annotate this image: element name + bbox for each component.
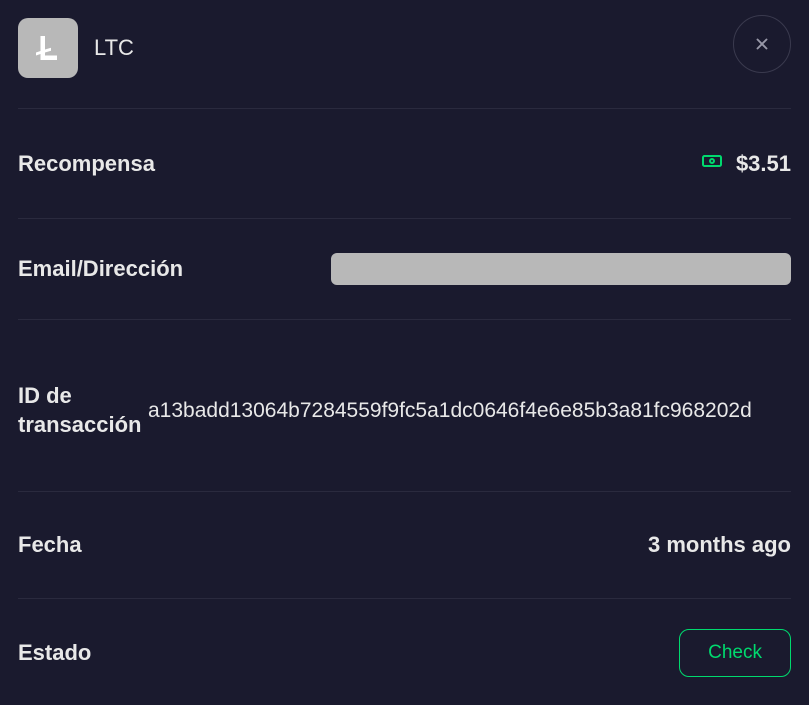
transaction-id-label: ID de transacción (18, 382, 148, 439)
date-row: Fecha 3 months ago (18, 491, 791, 598)
ltc-coin-icon (18, 18, 78, 78)
date-value: 3 months ago (648, 532, 791, 558)
status-label: Estado (18, 640, 91, 666)
modal-header: LTC (18, 18, 791, 108)
close-icon (753, 35, 771, 53)
status-row: Estado Check (18, 598, 791, 687)
cash-icon (700, 149, 724, 178)
transaction-detail-modal: LTC Recompensa $3.51 Email/Dirección ID … (0, 0, 809, 705)
reward-amount: $3.51 (736, 151, 791, 177)
email-address-field[interactable] (331, 253, 791, 285)
coin-symbol: LTC (94, 35, 134, 61)
reward-row: Recompensa $3.51 (18, 108, 791, 218)
close-button[interactable] (733, 15, 791, 73)
transaction-id-value: a13badd13064b7284559f9fc5a1dc0646f4e6e85… (148, 399, 752, 423)
email-row: Email/Dirección (18, 218, 791, 319)
transaction-id-row: ID de transacción a13badd13064b7284559f9… (18, 319, 791, 491)
check-button[interactable]: Check (679, 629, 791, 677)
date-label: Fecha (18, 532, 82, 558)
reward-value-container: $3.51 (700, 149, 791, 178)
email-label: Email/Dirección (18, 256, 183, 282)
reward-label: Recompensa (18, 151, 155, 177)
coin-info: LTC (18, 18, 134, 78)
